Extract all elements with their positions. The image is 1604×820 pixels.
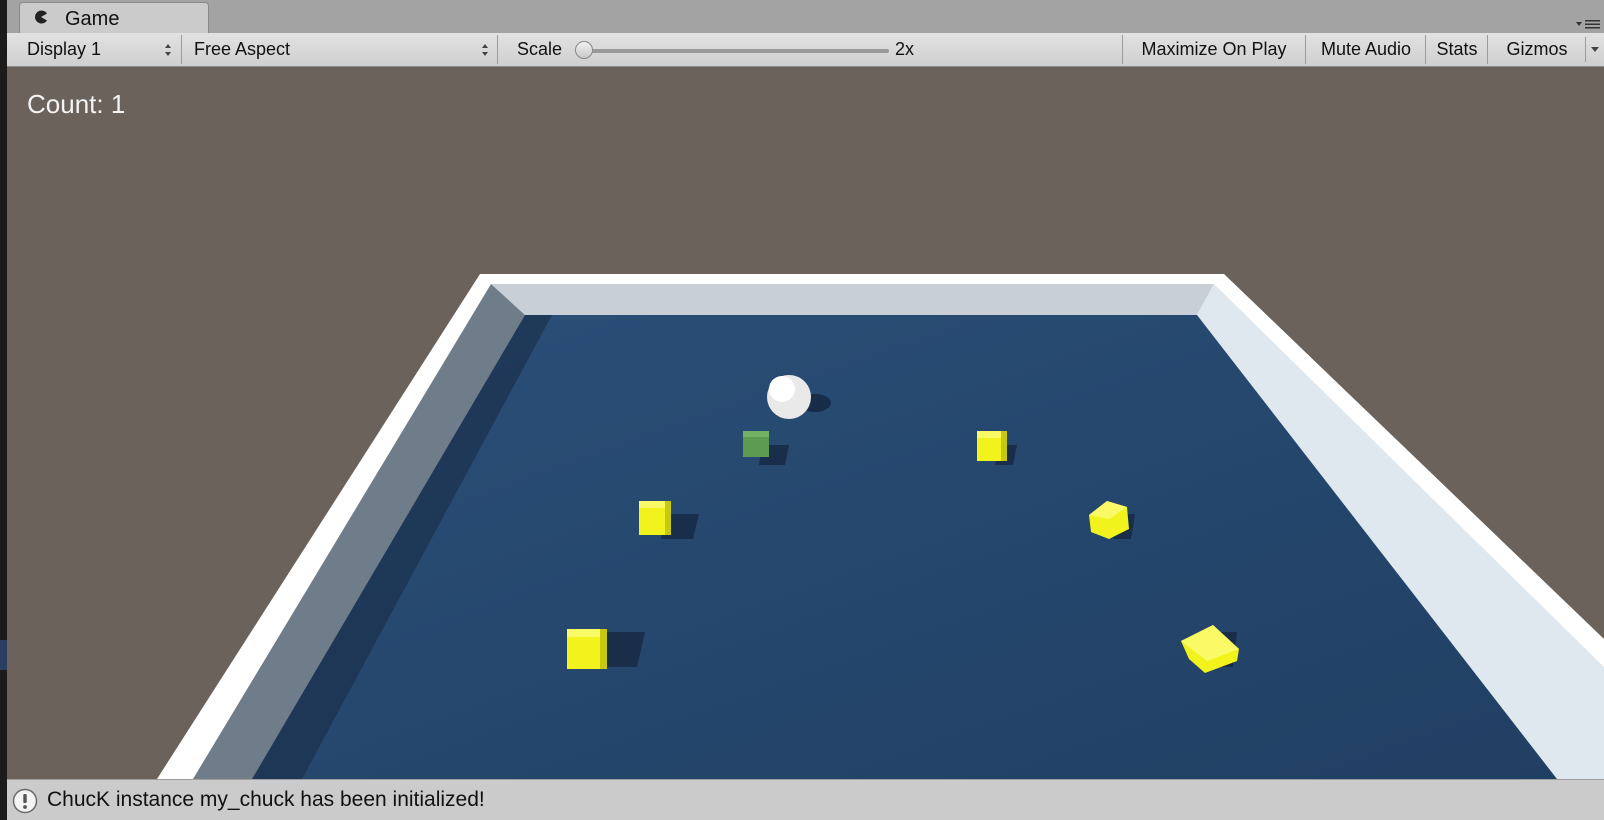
scale-value: 2x bbox=[895, 39, 915, 59]
gizmos-dropdown-arrow-icon[interactable] bbox=[1585, 33, 1604, 66]
mute-audio-toggle[interactable]: Mute Audio bbox=[1307, 33, 1425, 66]
pickup bbox=[639, 501, 671, 535]
toolbar-divider bbox=[1487, 35, 1488, 64]
toolbar-divider bbox=[1425, 35, 1426, 64]
panel-menu-icon[interactable] bbox=[1576, 18, 1600, 30]
aspect-dropdown-value: Free Aspect bbox=[194, 39, 291, 59]
pickup-collected bbox=[743, 431, 769, 457]
stats-toggle[interactable]: Stats bbox=[1427, 33, 1487, 66]
scale-slider-track[interactable] bbox=[584, 49, 889, 53]
pickup bbox=[977, 431, 1007, 461]
window-edge bbox=[0, 0, 7, 820]
count-label: Count: 1 bbox=[27, 89, 126, 119]
aspect-dropdown[interactable]: Free Aspect bbox=[184, 33, 514, 66]
aspect-updown-icon bbox=[482, 44, 488, 56]
toolbar-divider bbox=[181, 35, 182, 64]
toolbar-divider bbox=[1122, 35, 1123, 64]
game-toolbar: Display 1 Free Aspect Scale 2x Maximize … bbox=[7, 33, 1604, 67]
game-scene bbox=[7, 67, 1604, 779]
pacman-game-icon bbox=[35, 10, 47, 24]
scale-label: Scale bbox=[517, 39, 563, 59]
maximize-on-play-toggle[interactable]: Maximize On Play bbox=[1125, 33, 1303, 66]
player-ball bbox=[767, 375, 811, 419]
back-wall-face bbox=[491, 284, 1214, 315]
info-icon bbox=[12, 788, 38, 814]
gizmos-toggle[interactable]: Gizmos bbox=[1489, 33, 1585, 66]
game-viewport[interactable]: Count: 1 bbox=[7, 67, 1604, 779]
toolbar-divider bbox=[497, 35, 498, 64]
display-dropdown[interactable]: Display 1 bbox=[17, 33, 177, 66]
scale-slider-thumb[interactable] bbox=[575, 41, 593, 59]
pickup bbox=[567, 629, 607, 669]
tab-game[interactable]: Game bbox=[19, 2, 209, 33]
toolbar-divider bbox=[1305, 35, 1306, 64]
status-message: ChucK instance my_chuck has been initial… bbox=[47, 788, 485, 811]
tab-label: Game bbox=[65, 8, 120, 30]
window-edge-marker bbox=[0, 640, 7, 670]
display-updown-icon bbox=[165, 44, 171, 56]
tab-bar: Game bbox=[7, 0, 1604, 34]
display-dropdown-value: Display 1 bbox=[27, 39, 102, 59]
status-bar[interactable]: ChucK instance my_chuck has been initial… bbox=[7, 779, 1604, 820]
